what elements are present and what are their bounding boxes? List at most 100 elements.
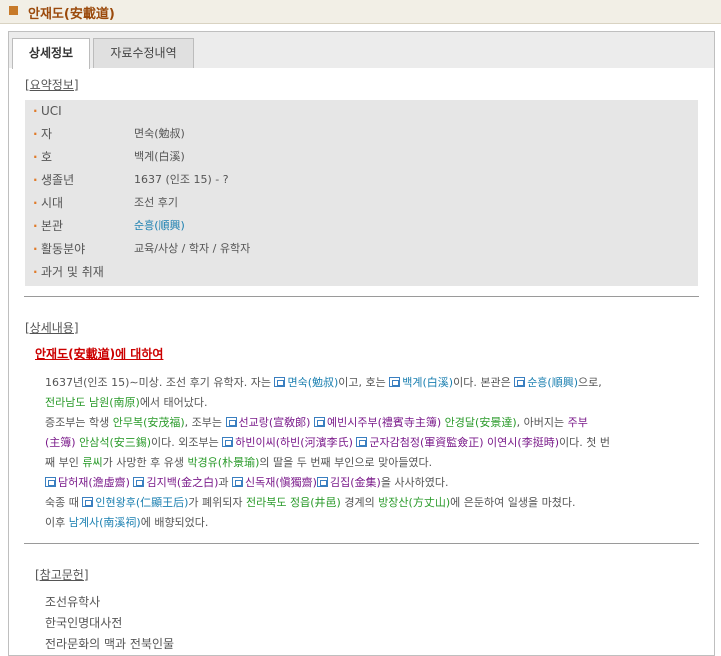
references-heading: [참고문헌]: [35, 568, 89, 582]
tab-detail-info[interactable]: 상세정보: [12, 38, 90, 69]
text: 1637년(인조 15)∼미상. 조선 후기 유학자. 자는: [45, 376, 275, 389]
text: 숙종 때: [45, 496, 83, 509]
term-link[interactable]: 신독재(愼獨齋): [245, 476, 317, 489]
bullet-icon: ·: [33, 173, 38, 187]
office-link[interactable]: 주부: [568, 416, 588, 429]
term-link[interactable]: 면숙(勉叔): [287, 376, 338, 389]
summary-key: 호: [41, 150, 53, 164]
clan-link[interactable]: 순흥(順興): [134, 216, 185, 236]
summary-key: 자: [41, 127, 53, 141]
square-bullet-icon: [9, 6, 18, 15]
summary-key: 본관: [41, 219, 64, 233]
summary-key: 시대: [41, 196, 64, 210]
office-link[interactable]: 군자감첨정(軍資監僉正): [369, 436, 483, 449]
detail-line: 전라남도 남원(南原)에서 태어났다.: [45, 393, 700, 413]
detail-line: 증조부는 학생 안무복(安茂福), 조부는 선교랑(宣敎郞) 예빈시주부(禮賓寺…: [45, 413, 700, 433]
about-link[interactable]: 안재도(安載道)에 대하여: [35, 345, 163, 362]
summary-value: 백계(白溪): [134, 150, 185, 163]
term-link[interactable]: 백계(白溪): [402, 376, 453, 389]
dictionary-icon[interactable]: [389, 377, 401, 387]
content-panel: 상세정보 자료수정내역 [요약정보] · UCI · 자 면숙(勉叔) · 호 …: [8, 31, 715, 656]
summary-value: 면숙(勉叔): [134, 127, 185, 140]
summary-key: 과거 및 취재: [41, 265, 104, 279]
place-link[interactable]: 전라북도 정읍(井邑): [246, 496, 341, 509]
dictionary-icon[interactable]: [82, 497, 94, 507]
text: 가 사망한 후 유생: [102, 456, 188, 469]
bullet-icon: ·: [33, 219, 38, 233]
text: 째 부인: [45, 456, 83, 469]
text: 이후: [45, 516, 69, 529]
dictionary-icon[interactable]: [45, 477, 56, 487]
tab-bar: 상세정보 자료수정내역: [9, 32, 714, 69]
text: 이다. 첫 번: [559, 436, 610, 449]
reference-item: 전라문화의 맥과 전북인물: [45, 637, 175, 651]
title-bar: 안재도(安載道): [0, 0, 721, 24]
dictionary-icon[interactable]: [133, 477, 145, 487]
bullet-icon: ·: [33, 242, 38, 256]
text: 이다. 본관은: [453, 376, 515, 389]
summary-key: 활동분야: [41, 242, 86, 256]
text: 에 배향되었다.: [140, 516, 209, 529]
text: 경계의: [340, 496, 379, 509]
bullet-icon: ·: [33, 150, 38, 164]
clan-link[interactable]: 하빈이씨(하빈(河濱李氏): [235, 436, 353, 449]
detail-line: 째 부인 류씨가 사망한 후 유생 박경유(朴景瑜)의 딸을 두 번째 부인으로…: [45, 453, 700, 473]
person-link[interactable]: 김집(金集): [330, 476, 381, 489]
divider: [24, 543, 699, 544]
person-link[interactable]: 박경유(朴景瑜): [187, 456, 259, 469]
summary-value: 교육/사상 / 학자 / 유학자: [134, 242, 251, 255]
detail-line: 1637년(인조 15)∼미상. 조선 후기 유학자. 자는 면숙(勉叔)이고,…: [45, 373, 700, 393]
person-link[interactable]: 안경달(安景達): [441, 416, 517, 429]
dictionary-icon[interactable]: [514, 377, 526, 387]
place-link[interactable]: 전라남도 남원(南原): [45, 396, 140, 409]
term-link[interactable]: 담허재(澹虛齋): [58, 476, 130, 489]
text: 과: [218, 476, 233, 489]
office-link[interactable]: 선교랑(宣敎郞): [239, 416, 311, 429]
place-link[interactable]: 방장산(方丈山): [378, 496, 450, 509]
bullet-icon: ·: [33, 127, 38, 141]
text: , 조부는: [184, 416, 226, 429]
dictionary-icon[interactable]: [356, 437, 368, 447]
text: 으로,: [578, 376, 602, 389]
detail-heading: [상세내용]: [25, 321, 79, 335]
references-list: 조선유학사 한국인명대사전 전라문화의 맥과 전북인물: [45, 592, 174, 655]
office-link[interactable]: (主簿): [45, 436, 76, 449]
text: 이고, 호는: [338, 376, 390, 389]
dictionary-icon[interactable]: [313, 417, 325, 427]
page-title: 안재도(安載道): [28, 7, 115, 22]
summary-heading: [요약정보]: [25, 78, 79, 92]
tab-edit-history[interactable]: 자료수정내역: [93, 38, 194, 68]
person-link[interactable]: 류씨: [82, 456, 102, 469]
text: 증조부는 학생: [45, 416, 113, 429]
summary-box: · UCI · 자 면숙(勉叔) · 호 백계(白溪) · 생졸년 1637 (…: [25, 100, 698, 286]
bullet-icon: ·: [33, 265, 38, 279]
dictionary-icon[interactable]: [222, 437, 234, 447]
text: 에 은둔하여 일생을 마쳤다.: [450, 496, 576, 509]
dictionary-icon[interactable]: [232, 477, 244, 487]
person-link[interactable]: 김지백(金之白): [146, 476, 218, 489]
text: , 아버지는: [516, 416, 568, 429]
summary-key: 생졸년: [41, 173, 75, 187]
summary-key: UCI: [41, 104, 62, 118]
text: 을 사사하였다.: [380, 476, 449, 489]
divider: [24, 296, 699, 297]
detail-line: (主簿) 안삼석(安三錫)이다. 외조부는 하빈이씨(하빈(河濱李氏) 군자감첨…: [45, 433, 700, 453]
summary-value: 조선 후기: [134, 196, 178, 209]
place-link[interactable]: 남계사(南溪祠): [69, 516, 141, 529]
bullet-icon: ·: [33, 104, 38, 118]
reference-item: 조선유학사: [45, 595, 101, 609]
text: 의 딸을 두 번째 부인으로 맞아들였다.: [259, 456, 433, 469]
dictionary-icon[interactable]: [225, 417, 237, 427]
text: 이다. 외조부는: [151, 436, 223, 449]
dictionary-icon[interactable]: [316, 477, 328, 487]
person-link[interactable]: 이연시(李挺時): [484, 436, 559, 449]
detail-line: 숙종 때 인현왕후(仁顯王后)가 폐위되자 전라북도 정읍(井邑) 경계의 방장…: [45, 493, 700, 513]
person-link[interactable]: 안삼석(安三錫): [76, 436, 151, 449]
office-link[interactable]: 예빈시주부(禮賓寺主簿): [327, 416, 441, 429]
dictionary-icon[interactable]: [274, 377, 286, 387]
term-link[interactable]: 순흥(順興): [527, 376, 578, 389]
detail-body: 1637년(인조 15)∼미상. 조선 후기 유학자. 자는 면숙(勉叔)이고,…: [45, 373, 700, 533]
bullet-icon: ·: [33, 196, 38, 210]
person-link[interactable]: 안무복(安茂福): [113, 416, 185, 429]
term-link[interactable]: 인현왕후(仁顯王后): [95, 496, 188, 509]
